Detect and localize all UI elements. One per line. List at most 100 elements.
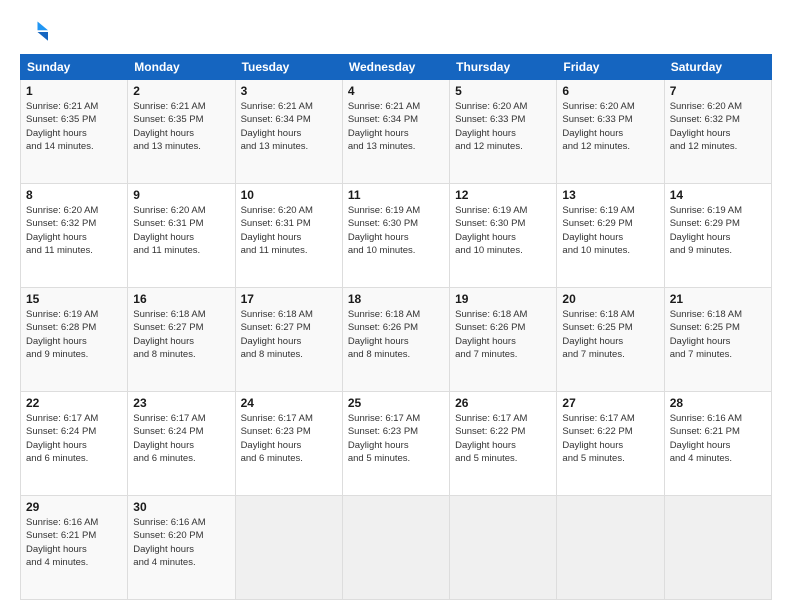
day-number: 26	[455, 396, 551, 410]
day-detail: Sunrise: 6:20 AM Sunset: 6:31 PM Dayligh…	[241, 204, 337, 257]
day-detail: Sunrise: 6:20 AM Sunset: 6:32 PM Dayligh…	[26, 204, 122, 257]
calendar-day-cell: 28 Sunrise: 6:16 AM Sunset: 6:21 PM Dayl…	[664, 392, 771, 496]
day-number: 11	[348, 188, 444, 202]
day-detail: Sunrise: 6:16 AM Sunset: 6:20 PM Dayligh…	[133, 516, 229, 569]
day-detail: Sunrise: 6:17 AM Sunset: 6:23 PM Dayligh…	[348, 412, 444, 465]
calendar-day-cell: 13 Sunrise: 6:19 AM Sunset: 6:29 PM Dayl…	[557, 184, 664, 288]
day-detail: Sunrise: 6:18 AM Sunset: 6:26 PM Dayligh…	[455, 308, 551, 361]
calendar-day-cell: 9 Sunrise: 6:20 AM Sunset: 6:31 PM Dayli…	[128, 184, 235, 288]
day-number: 13	[562, 188, 658, 202]
day-number: 19	[455, 292, 551, 306]
calendar-week-row: 29 Sunrise: 6:16 AM Sunset: 6:21 PM Dayl…	[21, 496, 772, 600]
day-detail: Sunrise: 6:19 AM Sunset: 6:28 PM Dayligh…	[26, 308, 122, 361]
calendar-day-cell	[342, 496, 449, 600]
calendar-day-cell: 25 Sunrise: 6:17 AM Sunset: 6:23 PM Dayl…	[342, 392, 449, 496]
day-number: 30	[133, 500, 229, 514]
day-detail: Sunrise: 6:19 AM Sunset: 6:29 PM Dayligh…	[562, 204, 658, 257]
day-number: 27	[562, 396, 658, 410]
calendar-day-cell: 3 Sunrise: 6:21 AM Sunset: 6:34 PM Dayli…	[235, 80, 342, 184]
day-detail: Sunrise: 6:18 AM Sunset: 6:26 PM Dayligh…	[348, 308, 444, 361]
day-detail: Sunrise: 6:18 AM Sunset: 6:27 PM Dayligh…	[133, 308, 229, 361]
calendar-day-cell: 5 Sunrise: 6:20 AM Sunset: 6:33 PM Dayli…	[450, 80, 557, 184]
calendar-day-cell: 10 Sunrise: 6:20 AM Sunset: 6:31 PM Dayl…	[235, 184, 342, 288]
day-number: 23	[133, 396, 229, 410]
day-number: 6	[562, 84, 658, 98]
calendar-day-cell: 18 Sunrise: 6:18 AM Sunset: 6:26 PM Dayl…	[342, 288, 449, 392]
day-number: 9	[133, 188, 229, 202]
calendar-day-cell: 17 Sunrise: 6:18 AM Sunset: 6:27 PM Dayl…	[235, 288, 342, 392]
calendar-table: SundayMondayTuesdayWednesdayThursdayFrid…	[20, 54, 772, 600]
day-detail: Sunrise: 6:20 AM Sunset: 6:32 PM Dayligh…	[670, 100, 766, 153]
day-detail: Sunrise: 6:21 AM Sunset: 6:35 PM Dayligh…	[26, 100, 122, 153]
day-detail: Sunrise: 6:18 AM Sunset: 6:27 PM Dayligh…	[241, 308, 337, 361]
calendar-day-cell	[557, 496, 664, 600]
day-number: 5	[455, 84, 551, 98]
calendar-day-cell: 16 Sunrise: 6:18 AM Sunset: 6:27 PM Dayl…	[128, 288, 235, 392]
day-number: 7	[670, 84, 766, 98]
calendar-day-cell	[450, 496, 557, 600]
calendar-header-cell: Saturday	[664, 55, 771, 80]
calendar-day-cell: 6 Sunrise: 6:20 AM Sunset: 6:33 PM Dayli…	[557, 80, 664, 184]
calendar-week-row: 8 Sunrise: 6:20 AM Sunset: 6:32 PM Dayli…	[21, 184, 772, 288]
day-number: 12	[455, 188, 551, 202]
day-detail: Sunrise: 6:17 AM Sunset: 6:22 PM Dayligh…	[455, 412, 551, 465]
day-detail: Sunrise: 6:19 AM Sunset: 6:30 PM Dayligh…	[455, 204, 551, 257]
calendar-day-cell: 27 Sunrise: 6:17 AM Sunset: 6:22 PM Dayl…	[557, 392, 664, 496]
day-number: 28	[670, 396, 766, 410]
calendar-day-cell: 12 Sunrise: 6:19 AM Sunset: 6:30 PM Dayl…	[450, 184, 557, 288]
calendar-header-row: SundayMondayTuesdayWednesdayThursdayFrid…	[21, 55, 772, 80]
day-number: 15	[26, 292, 122, 306]
logo	[20, 18, 52, 46]
calendar-day-cell: 26 Sunrise: 6:17 AM Sunset: 6:22 PM Dayl…	[450, 392, 557, 496]
day-number: 2	[133, 84, 229, 98]
day-detail: Sunrise: 6:18 AM Sunset: 6:25 PM Dayligh…	[562, 308, 658, 361]
day-detail: Sunrise: 6:21 AM Sunset: 6:35 PM Dayligh…	[133, 100, 229, 153]
day-number: 4	[348, 84, 444, 98]
calendar-header-cell: Sunday	[21, 55, 128, 80]
day-number: 25	[348, 396, 444, 410]
calendar-day-cell: 2 Sunrise: 6:21 AM Sunset: 6:35 PM Dayli…	[128, 80, 235, 184]
day-number: 10	[241, 188, 337, 202]
day-detail: Sunrise: 6:19 AM Sunset: 6:29 PM Dayligh…	[670, 204, 766, 257]
calendar-day-cell: 8 Sunrise: 6:20 AM Sunset: 6:32 PM Dayli…	[21, 184, 128, 288]
day-detail: Sunrise: 6:17 AM Sunset: 6:23 PM Dayligh…	[241, 412, 337, 465]
calendar-week-row: 1 Sunrise: 6:21 AM Sunset: 6:35 PM Dayli…	[21, 80, 772, 184]
calendar-week-row: 22 Sunrise: 6:17 AM Sunset: 6:24 PM Dayl…	[21, 392, 772, 496]
calendar-header-cell: Monday	[128, 55, 235, 80]
calendar-day-cell: 24 Sunrise: 6:17 AM Sunset: 6:23 PM Dayl…	[235, 392, 342, 496]
calendar-day-cell: 14 Sunrise: 6:19 AM Sunset: 6:29 PM Dayl…	[664, 184, 771, 288]
day-detail: Sunrise: 6:20 AM Sunset: 6:31 PM Dayligh…	[133, 204, 229, 257]
calendar-day-cell: 29 Sunrise: 6:16 AM Sunset: 6:21 PM Dayl…	[21, 496, 128, 600]
day-number: 20	[562, 292, 658, 306]
calendar-day-cell	[235, 496, 342, 600]
calendar-day-cell: 15 Sunrise: 6:19 AM Sunset: 6:28 PM Dayl…	[21, 288, 128, 392]
day-number: 17	[241, 292, 337, 306]
header	[20, 18, 772, 46]
day-detail: Sunrise: 6:17 AM Sunset: 6:24 PM Dayligh…	[26, 412, 122, 465]
day-number: 24	[241, 396, 337, 410]
calendar-day-cell: 7 Sunrise: 6:20 AM Sunset: 6:32 PM Dayli…	[664, 80, 771, 184]
day-number: 1	[26, 84, 122, 98]
calendar-day-cell: 11 Sunrise: 6:19 AM Sunset: 6:30 PM Dayl…	[342, 184, 449, 288]
calendar-day-cell: 1 Sunrise: 6:21 AM Sunset: 6:35 PM Dayli…	[21, 80, 128, 184]
day-detail: Sunrise: 6:20 AM Sunset: 6:33 PM Dayligh…	[562, 100, 658, 153]
calendar-header-cell: Tuesday	[235, 55, 342, 80]
day-detail: Sunrise: 6:17 AM Sunset: 6:24 PM Dayligh…	[133, 412, 229, 465]
day-detail: Sunrise: 6:16 AM Sunset: 6:21 PM Dayligh…	[670, 412, 766, 465]
calendar-week-row: 15 Sunrise: 6:19 AM Sunset: 6:28 PM Dayl…	[21, 288, 772, 392]
day-number: 14	[670, 188, 766, 202]
calendar-day-cell	[664, 496, 771, 600]
logo-icon	[20, 18, 48, 46]
calendar-day-cell: 22 Sunrise: 6:17 AM Sunset: 6:24 PM Dayl…	[21, 392, 128, 496]
day-detail: Sunrise: 6:21 AM Sunset: 6:34 PM Dayligh…	[241, 100, 337, 153]
calendar-day-cell: 21 Sunrise: 6:18 AM Sunset: 6:25 PM Dayl…	[664, 288, 771, 392]
calendar-header-cell: Friday	[557, 55, 664, 80]
day-number: 29	[26, 500, 122, 514]
calendar-header-cell: Wednesday	[342, 55, 449, 80]
day-number: 21	[670, 292, 766, 306]
calendar-header-cell: Thursday	[450, 55, 557, 80]
calendar-day-cell: 4 Sunrise: 6:21 AM Sunset: 6:34 PM Dayli…	[342, 80, 449, 184]
day-number: 16	[133, 292, 229, 306]
day-detail: Sunrise: 6:17 AM Sunset: 6:22 PM Dayligh…	[562, 412, 658, 465]
day-detail: Sunrise: 6:20 AM Sunset: 6:33 PM Dayligh…	[455, 100, 551, 153]
